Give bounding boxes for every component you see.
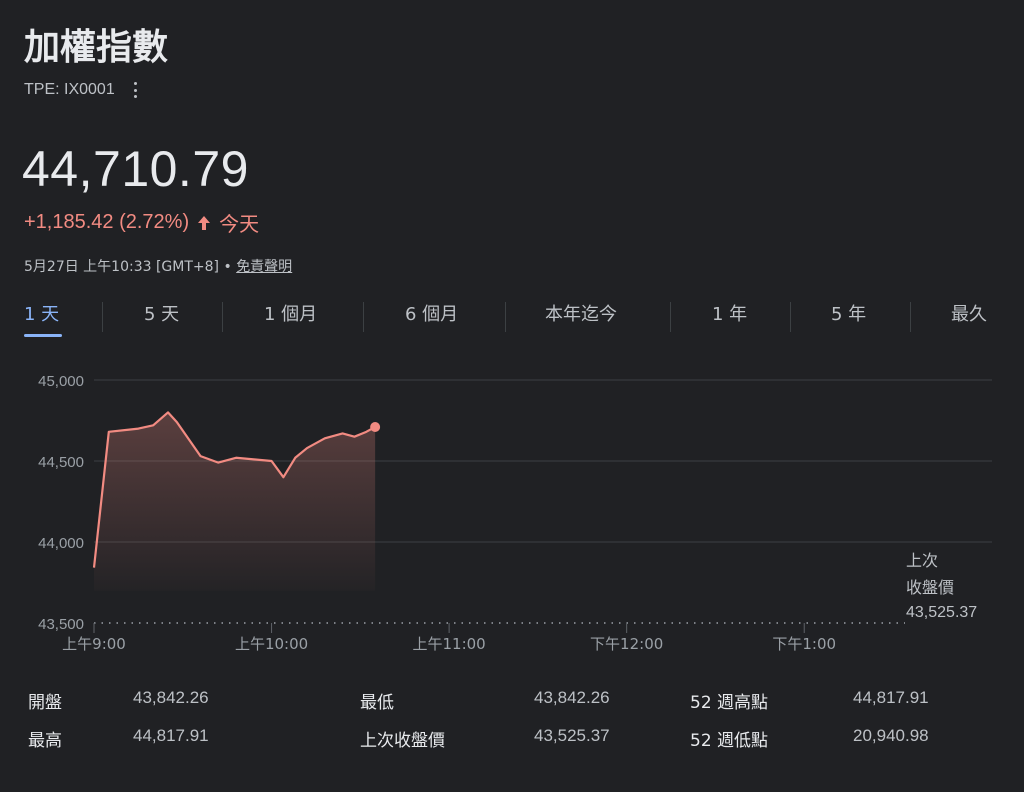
stat-open-value: 43,842.26 — [133, 688, 209, 707]
y-tick-label: 45,000 — [38, 373, 84, 390]
ticker-symbol: TPE: IX0001 — [24, 81, 115, 98]
tab-1-month[interactable]: 1 個月 — [264, 300, 317, 326]
stat-prev-close-value: 43,525.37 — [534, 726, 610, 745]
price-change-row: +1,185.42 (2.72%) 今天 — [24, 208, 259, 237]
x-tick-label: 下午12:00 — [590, 635, 663, 653]
timestamp: 5月27日 上午10:33 [GMT+8] — [24, 259, 220, 275]
prev-close-value: 43,525.37 — [906, 604, 977, 621]
tab-divider — [790, 302, 791, 332]
tab-divider — [363, 302, 364, 332]
disclaimer-link[interactable]: 免責聲明 — [236, 259, 292, 275]
tab-ytd[interactable]: 本年迄今 — [545, 300, 617, 326]
tab-divider — [222, 302, 223, 332]
stat-open-label: 開盤 — [28, 693, 62, 713]
prev-close-label-line1: 上次 — [906, 551, 938, 570]
stat-high-label: 最高 — [28, 731, 62, 751]
stat-high-value: 44,817.91 — [133, 726, 209, 745]
stat-52w-low-value: 20,940.98 — [853, 726, 929, 745]
price-chart[interactable]: 45,000 44,500 44,000 43,500 上午9:00 上午10:00 上午1… — [0, 360, 1024, 670]
price-change: +1,185.42 (2.72%) — [24, 211, 190, 233]
tab-divider — [910, 302, 911, 332]
tab-divider — [670, 302, 671, 332]
prev-close-label-line2: 收盤價 — [906, 578, 954, 597]
stat-52w-high-value: 44,817.91 — [853, 688, 929, 707]
y-tick-label: 43,500 — [38, 616, 84, 633]
tab-5-years[interactable]: 5 年 — [831, 300, 866, 326]
timestamp-row: 5月27日 上午10:33 [GMT+8] • 免責聲明 — [24, 256, 292, 276]
stat-52w-high-label: 52 週高點 — [690, 693, 769, 713]
tab-6-months[interactable]: 6 個月 — [405, 300, 458, 326]
tab-divider — [102, 302, 103, 332]
x-tick-label: 上午9:00 — [62, 635, 126, 653]
stat-low-label: 最低 — [360, 693, 394, 713]
change-period: 今天 — [219, 214, 260, 236]
y-tick-label: 44,000 — [38, 535, 84, 552]
area-fill — [94, 412, 376, 591]
latest-price-dot — [370, 421, 381, 432]
stat-low-value: 43,842.26 — [534, 688, 610, 707]
active-tab-indicator — [24, 334, 62, 337]
y-tick-label: 44,500 — [38, 454, 84, 471]
tab-1-day[interactable]: 1 天 — [24, 300, 59, 326]
separator-dot: • — [223, 259, 232, 275]
tab-1-year[interactable]: 1 年 — [712, 300, 747, 326]
ticker-row: TPE: IX0001 — [24, 80, 141, 100]
x-tick-label: 上午10:00 — [235, 635, 308, 653]
tab-max[interactable]: 最久 — [951, 300, 987, 326]
tab-divider — [505, 302, 506, 332]
stat-prev-close-label: 上次收盤價 — [360, 731, 445, 751]
arrow-up-icon — [198, 215, 211, 230]
more-options-icon[interactable] — [131, 80, 141, 100]
x-tick-label: 下午1:00 — [772, 635, 836, 653]
range-tabs: 1 天 5 天 1 個月 6 個月 本年迄今 1 年 5 年 最久 — [0, 300, 1024, 340]
current-price: 44,710.79 — [22, 141, 249, 197]
x-tick-label: 上午11:00 — [412, 635, 485, 653]
page-title: 加權指數 — [24, 27, 169, 68]
tab-5-days[interactable]: 5 天 — [144, 300, 179, 326]
stat-52w-low-label: 52 週低點 — [690, 731, 769, 751]
